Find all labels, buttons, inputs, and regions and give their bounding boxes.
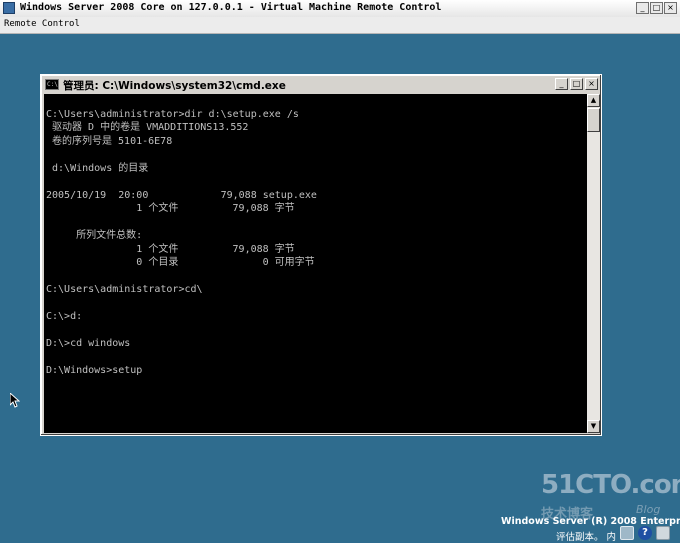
flag-icon[interactable] (656, 526, 670, 540)
outer-window-title: Windows Server 2008 Core on 127.0.0.1 - … (20, 2, 442, 13)
console-line: C:\Users\administrator>cd\ (46, 284, 203, 295)
console-line: C:\>d: (46, 311, 83, 322)
cmd-close-button[interactable]: × (585, 78, 598, 90)
cmd-titlebar[interactable]: C:\ 管理员: C:\Windows\system32\cmd.exe _ □… (44, 78, 598, 92)
console-line: 1 个文件 79,088 字节 (46, 203, 295, 214)
menu-remote-control[interactable]: Remote Control (4, 19, 80, 29)
cmd-window[interactable]: C:\ 管理员: C:\Windows\system32\cmd.exe _ □… (40, 74, 602, 436)
watermark-logo: 51CTO.com (541, 470, 680, 500)
outer-close-button[interactable]: × (664, 2, 677, 14)
cmd-window-title: 管理员: C:\Windows\system32\cmd.exe (63, 80, 286, 92)
menubar: Remote Control (0, 17, 680, 34)
system-tray: ? (620, 526, 670, 540)
outer-minimize-button[interactable]: _ (636, 2, 649, 14)
console-line-prompt: D:\Windows>setup (46, 365, 143, 376)
cmd-app-icon[interactable]: C:\ (45, 79, 59, 90)
console-line: d:\Windows 的目录 (46, 162, 149, 174)
vm-app-icon (3, 2, 15, 14)
console-line: 2005/10/19 20:00 79,088 setup.exe (46, 189, 317, 201)
network-icon[interactable] (620, 526, 634, 540)
console-line: 驱动器 D 中的卷是 VMADDITIONS13.552 (46, 122, 249, 133)
outer-titlebar: Windows Server 2008 Core on 127.0.0.1 - … (0, 0, 680, 18)
console-line: 1 个文件 79,088 字节 (46, 243, 295, 255)
mouse-cursor-icon (10, 393, 20, 408)
scroll-down-button[interactable]: ▼ (587, 420, 600, 433)
console-output[interactable]: C:\Users\administrator>dir d:\setup.exe … (44, 94, 587, 433)
console-line: C:\Users\administrator>dir d:\setup.exe … (46, 108, 299, 120)
scroll-up-button[interactable]: ▲ (587, 94, 600, 107)
console-scrollbar[interactable]: ▲ ▼ (587, 94, 600, 433)
console-line: 0 个目录 0 可用字节 (46, 257, 315, 268)
cmd-minimize-button[interactable]: _ (555, 78, 568, 90)
scroll-thumb[interactable] (587, 108, 600, 132)
outer-maximize-button[interactable]: □ (650, 2, 663, 14)
watermark-blog: Blog (636, 503, 661, 516)
cmd-maximize-button[interactable]: □ (570, 78, 583, 90)
console-line: 卷的序列号是 5101-6E78 (46, 135, 173, 147)
console-line: D:\>cd windows (46, 338, 131, 349)
evaluation-copy-label: 评估副本。 内 (556, 532, 617, 543)
console-line: 所列文件总数: (46, 230, 143, 241)
help-icon[interactable]: ? (638, 526, 652, 540)
